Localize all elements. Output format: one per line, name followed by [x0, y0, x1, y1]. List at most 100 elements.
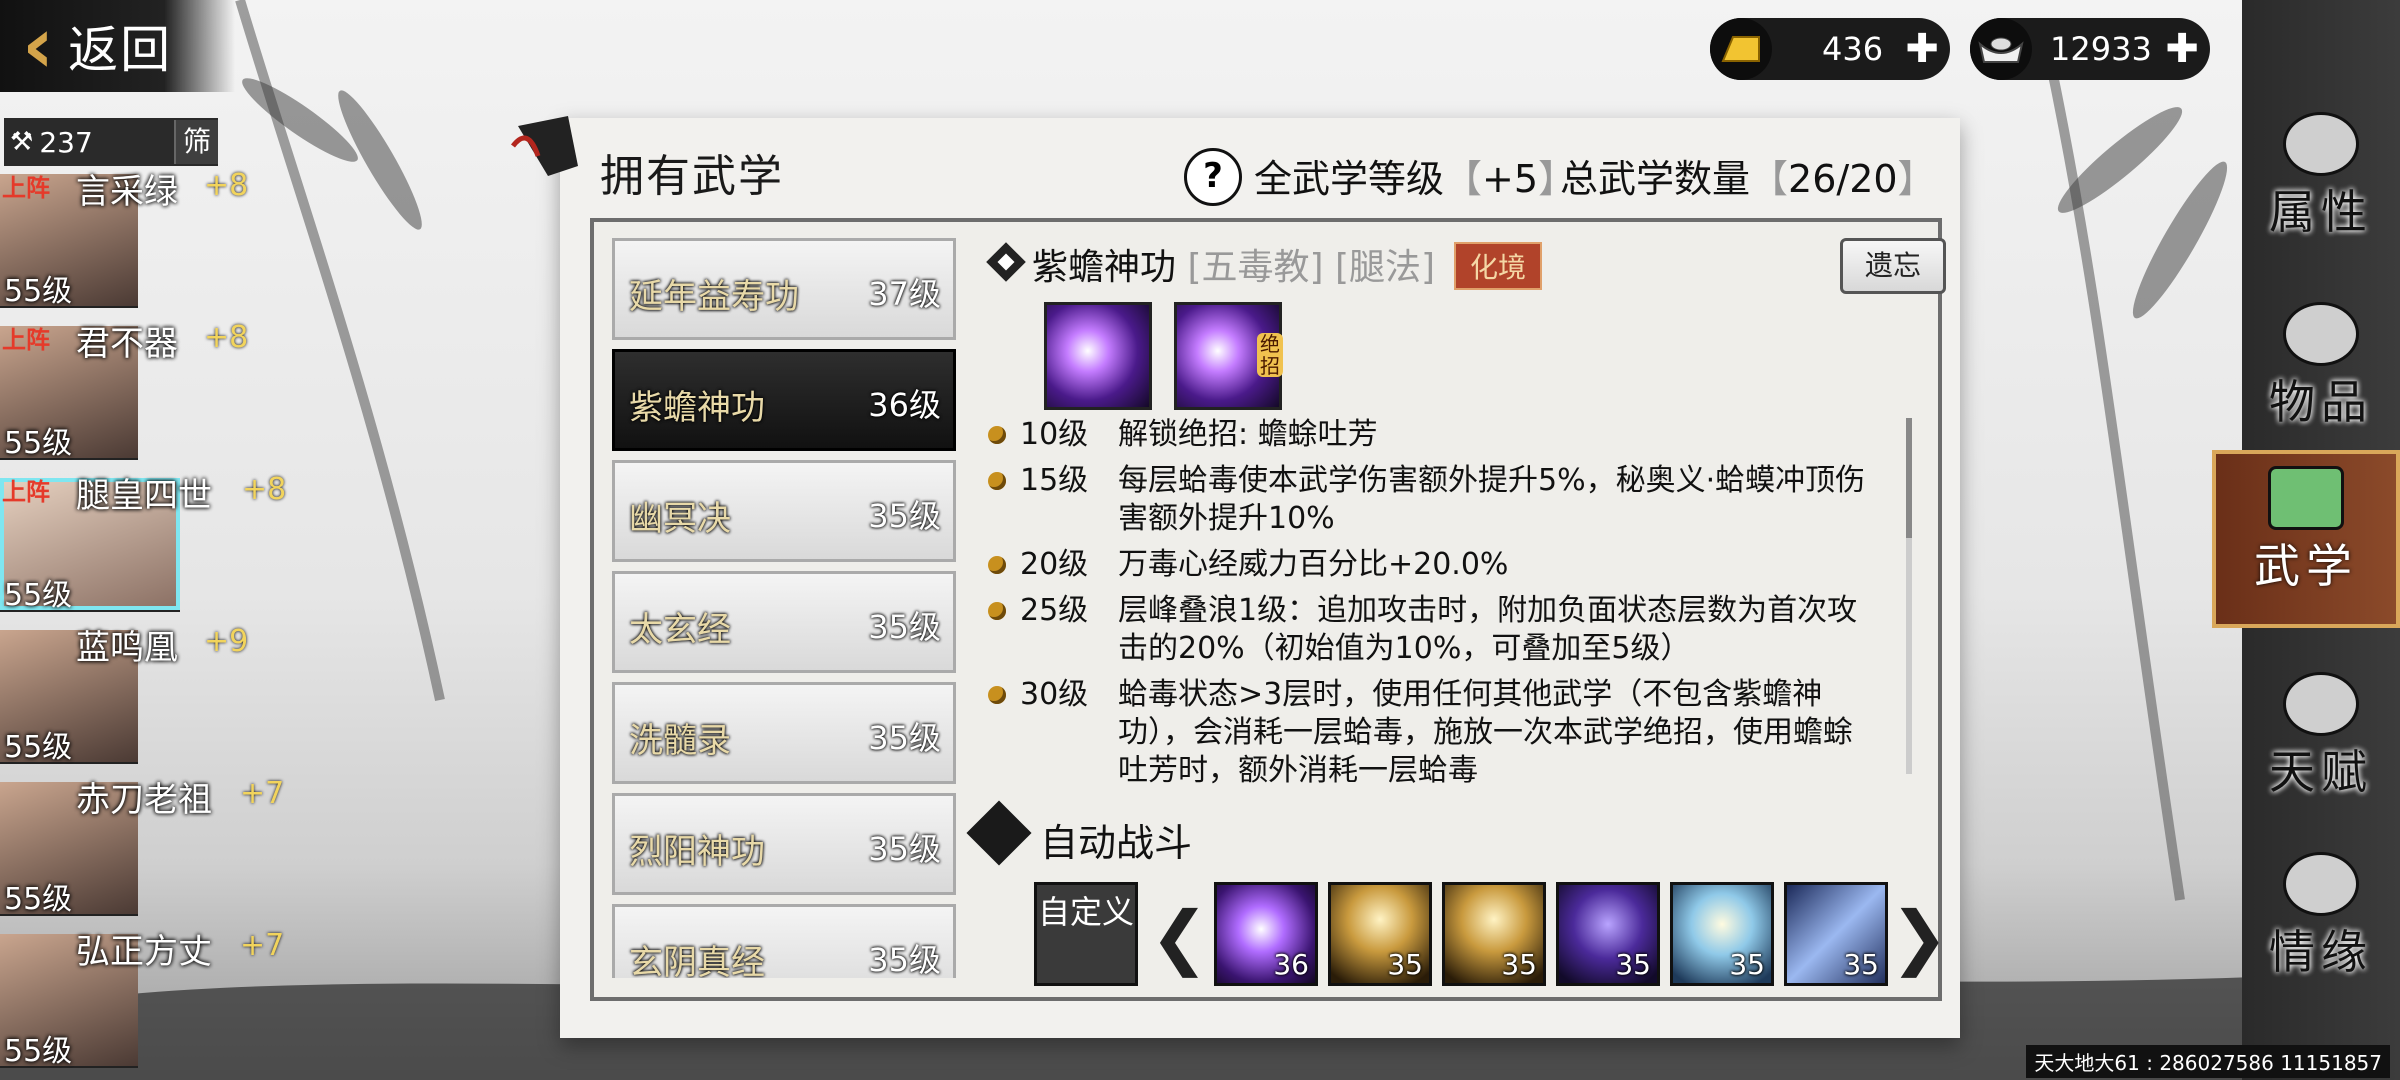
- skill-name: 紫蟾神功: [629, 388, 765, 428]
- hero-count-icon: ⚒: [10, 127, 34, 157]
- slot-level: 35: [1729, 948, 1765, 981]
- silver-currency: 12933 ✚: [1970, 18, 2210, 80]
- hero-count: 237: [39, 125, 93, 159]
- nav-talents[interactable]: 天赋: [2242, 660, 2400, 820]
- skill-name: 洗髓录: [629, 721, 731, 761]
- bullet-icon: [988, 472, 1006, 490]
- server-info: 天大地大61 : 286027586 11151857: [2026, 1045, 2390, 1078]
- slot-level: 35: [1501, 948, 1537, 981]
- gold-currency: 436 ✚: [1710, 18, 1950, 80]
- hero-card[interactable]: 上阵 言采绿 +8 55级: [0, 164, 248, 309]
- slot-level: 35: [1615, 948, 1651, 981]
- hero-bonus: +8: [242, 472, 287, 507]
- effect-row: 30级 蛤毒状态>3层时，使用任何其他武学（不包含紫蟾神功），会消耗一层蛤毒，施…: [984, 676, 1904, 790]
- effects-scrollbar[interactable]: [1906, 418, 1912, 774]
- hero-card[interactable]: 赤刀老祖 +7 55级: [0, 772, 284, 917]
- skill-level: 35级: [868, 941, 941, 978]
- scroll-knot-icon: [508, 106, 588, 190]
- bullet-icon: [988, 686, 1006, 704]
- martial-arts-panel: 拥有武学 ? 全武学等级【+5】 总武学数量【26/20】 延年益寿功 37级 …: [511, 116, 1960, 1038]
- auto-battle-label: 自动战斗: [1040, 821, 1193, 865]
- hero-name: 弘正方丈: [76, 932, 212, 972]
- back-label: 返回: [68, 21, 173, 79]
- ultimate-move-icon[interactable]: 绝招: [1174, 302, 1283, 410]
- skill-list-item-selected[interactable]: 紫蟾神功 36级: [612, 349, 956, 451]
- nav-attributes[interactable]: 属性: [2242, 100, 2400, 260]
- auto-skill-slot[interactable]: 35: [1670, 882, 1774, 986]
- hero-name: 蓝鸣凰: [76, 628, 178, 668]
- diamond-icon: [984, 240, 1028, 288]
- auto-skill-slot[interactable]: 35: [1556, 882, 1660, 986]
- skill-list-item[interactable]: 延年益寿功 37级: [612, 238, 956, 340]
- arrow-right-icon[interactable]: ❯: [1890, 892, 1949, 982]
- skill-name: 太玄经: [629, 610, 731, 650]
- skill-list-item[interactable]: 太玄经 35级: [612, 571, 956, 673]
- skill-list-item[interactable]: 幽冥决 35级: [612, 460, 956, 562]
- arrow-left-icon[interactable]: ❮: [1150, 892, 1209, 982]
- chevron-left-icon: ‹: [22, 1, 55, 91]
- gift-box-icon: [2283, 302, 2359, 366]
- skill-list[interactable]: 延年益寿功 37级 紫蟾神功 36级 幽冥决 35级 太玄经 35级 洗髓录 3…: [612, 238, 962, 978]
- panel-title: 拥有武学: [600, 151, 784, 202]
- scrollbar-thumb[interactable]: [1906, 418, 1912, 538]
- nav-label: 属性: [2269, 185, 2373, 239]
- help-icon[interactable]: ?: [1184, 148, 1242, 206]
- nav-label: 武学: [2254, 539, 2358, 593]
- nav-label: 物品: [2269, 375, 2373, 429]
- slot-level: 35: [1387, 948, 1423, 981]
- hero-bonus: +9: [204, 624, 249, 659]
- auto-skill-slot[interactable]: 36: [1214, 882, 1318, 986]
- skill-title-name: 紫蟾神功: [1032, 247, 1177, 288]
- skill-detail: 紫蟾神功 [五毒教] [腿法] 化境 遗忘 绝招 10级 解锁绝招: 蟾蜍吐芳 …: [966, 232, 1949, 992]
- forget-button[interactable]: 遗忘: [1840, 238, 1946, 294]
- hero-card[interactable]: 蓝鸣凰 +9 55级: [0, 620, 248, 765]
- skill-list-item[interactable]: 烈阳神功 35级: [612, 793, 956, 895]
- hero-card[interactable]: 弘正方丈 +7 55级: [0, 924, 284, 1069]
- filter-button[interactable]: 筛: [174, 120, 218, 164]
- attributes-icon: [2283, 112, 2359, 176]
- skill-name: 烈阳神功: [629, 832, 765, 872]
- nav-relations[interactable]: 情缘: [2242, 840, 2400, 1000]
- hero-level: 55级: [4, 882, 73, 917]
- hero-bonus: +7: [240, 776, 285, 811]
- deployed-tag: 上阵: [2, 326, 50, 354]
- auto-skill-slot[interactable]: 35: [1784, 882, 1888, 986]
- level-effects: 10级 解锁绝招: 蟾蜍吐芳 15级 每层蛤毒使本武学伤害额外提升5%，秘奥义·…: [984, 416, 1904, 788]
- slot-level: 36: [1273, 948, 1309, 981]
- hero-level: 55级: [4, 274, 73, 309]
- hero-card[interactable]: 上阵 君不器 +8 55级: [0, 316, 248, 461]
- deployed-tag: 上阵: [2, 478, 50, 506]
- nav-label: 天赋: [2269, 745, 2373, 799]
- nav-items[interactable]: 物品: [2242, 290, 2400, 450]
- silver-ingot-icon: [1970, 18, 2032, 80]
- skill-list-item[interactable]: 洗髓录 35级: [612, 682, 956, 784]
- add-gold-button[interactable]: ✚: [1900, 27, 1944, 71]
- panel-header: 拥有武学 ? 全武学等级【+5】 总武学数量【26/20】: [511, 116, 1960, 228]
- hero-card-selected[interactable]: 上阵 腿皇四世 +8 55级: [0, 468, 286, 613]
- scroll-book-icon: [2268, 466, 2344, 530]
- auto-skill-slot[interactable]: 35: [1328, 882, 1432, 986]
- effect-text: 万毒心经威力百分比+20.0%: [1118, 547, 1509, 582]
- custom-button[interactable]: 自定义: [1034, 882, 1138, 986]
- hero-bonus: +8: [204, 320, 249, 355]
- nav-martial-arts[interactable]: 武学: [2212, 450, 2400, 628]
- add-silver-button[interactable]: ✚: [2160, 27, 2204, 71]
- back-button[interactable]: ‹ 返回: [0, 0, 235, 92]
- effect-text: 每层蛤毒使本武学伤害额外提升5%，秘奥义·蛤蟆冲顶伤害额外提升10%: [1118, 463, 1866, 536]
- all-level-value: +5: [1482, 157, 1539, 201]
- hero-name: 君不器: [76, 324, 178, 364]
- auto-skill-slot[interactable]: 35: [1442, 882, 1546, 986]
- skill-move-icon[interactable]: [1044, 302, 1152, 410]
- effect-row: 20级 万毒心经威力百分比+20.0%: [984, 546, 1904, 584]
- deployed-tag: 上阵: [2, 174, 50, 202]
- hero-name: 言采绿: [76, 172, 178, 212]
- effect-level: 30级: [1020, 677, 1089, 712]
- hero-bonus: +8: [204, 168, 249, 203]
- slot-level: 35: [1843, 948, 1879, 981]
- talent-tree-icon: [2283, 672, 2359, 736]
- effect-level: 25级: [1020, 593, 1089, 628]
- all-level-label: 全武学等级: [1254, 157, 1445, 201]
- skill-list-item[interactable]: 玄阴真经 35级: [612, 904, 956, 978]
- roster-header: ⚒ 237 筛: [4, 118, 218, 166]
- skill-name: 延年益寿功: [629, 277, 799, 317]
